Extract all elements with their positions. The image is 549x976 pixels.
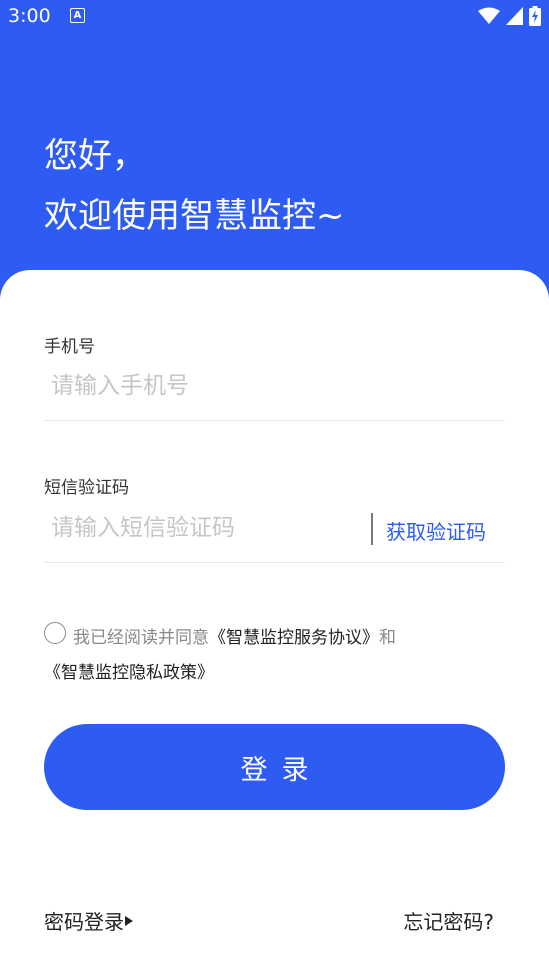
agreement-prefix: 我已经阅读并同意 — [73, 628, 209, 648]
password-login-label: 密码登录 — [44, 910, 124, 934]
login-card: 手机号 短信验证码 获取验证码 我已经阅读并同意《智慧监控服务协议》和 《智慧监… — [0, 270, 549, 976]
play-arrow-icon — [125, 915, 133, 926]
phone-label: 手机号 — [44, 337, 95, 357]
phone-input[interactable] — [44, 364, 504, 408]
forgot-password-link[interactable]: 忘记密码? — [403, 906, 494, 935]
agreement-radio-unchecked-icon[interactable] — [44, 622, 66, 644]
agreement-text: 我已经阅读并同意《智慧监控服务协议》和 — [73, 623, 396, 648]
sms-divider — [44, 562, 505, 563]
greeting-line1: 您好， — [44, 136, 146, 176]
greeting: 您好， 欢迎使用智慧监控~ — [44, 126, 345, 246]
status-icons — [478, 6, 541, 26]
cell-signal-icon — [506, 7, 523, 25]
sms-label: 短信验证码 — [44, 478, 129, 498]
password-login-link[interactable]: 密码登录 — [44, 906, 133, 935]
agreement-and: 和 — [379, 628, 396, 648]
service-agreement-link[interactable]: 《智慧监控服务协议》 — [209, 628, 379, 648]
get-code-button[interactable]: 获取验证码 — [386, 516, 486, 545]
login-button[interactable]: 登录 — [44, 724, 505, 810]
status-time: 3:00 — [8, 5, 51, 27]
phone-divider — [44, 420, 505, 421]
notification-a-icon: A — [70, 8, 85, 23]
header-banner: 3:00 A 您好， 欢迎使用智慧监控~ — [0, 0, 549, 300]
code-separator — [371, 513, 373, 545]
sms-code-input[interactable] — [44, 506, 364, 550]
battery-charging-icon — [529, 6, 541, 26]
wifi-icon — [478, 7, 500, 24]
greeting-line2: 欢迎使用智慧监控~ — [44, 196, 345, 236]
privacy-policy-link[interactable]: 《智慧监控隐私政策》 — [44, 658, 214, 683]
status-bar: 3:00 A — [0, 0, 549, 34]
